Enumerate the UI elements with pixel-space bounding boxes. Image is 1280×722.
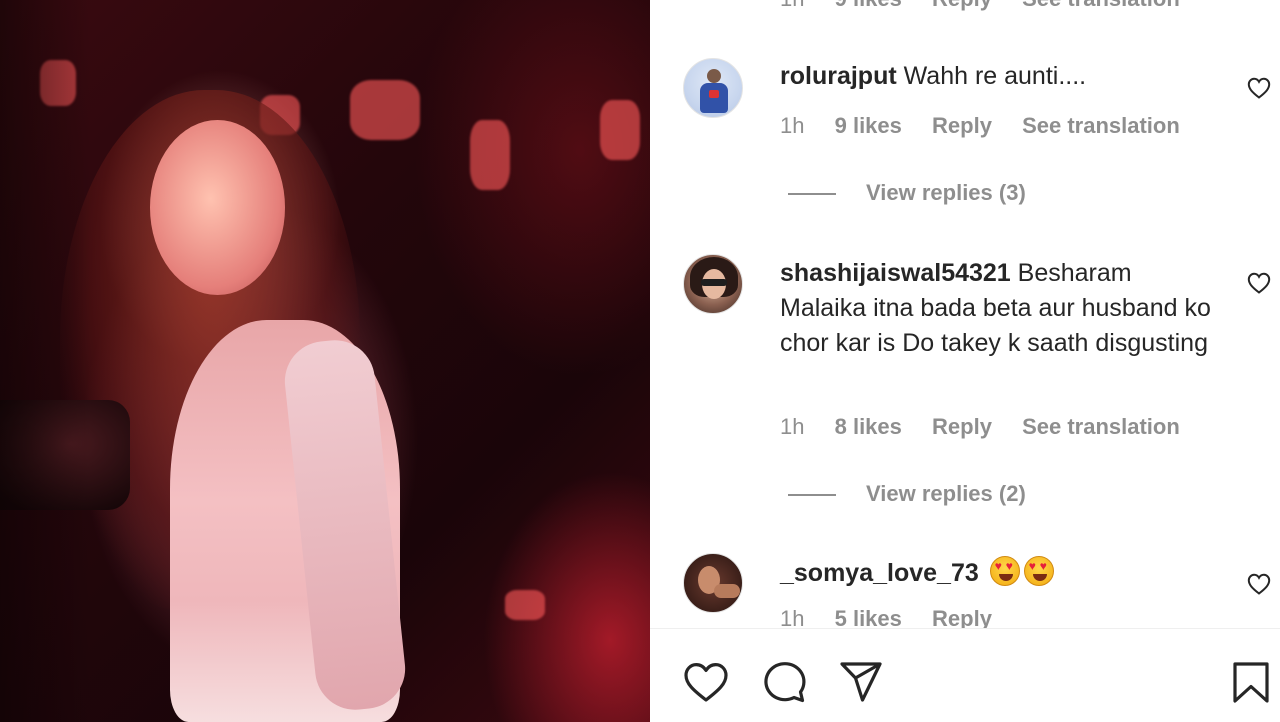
- comment-body: Wahh re aunti....: [903, 62, 1087, 90]
- reply-button[interactable]: Reply: [932, 0, 992, 11]
- person-face: [150, 120, 285, 295]
- replies-line: [788, 494, 836, 497]
- see-translation-button[interactable]: See translation: [1022, 414, 1180, 439]
- comment-username[interactable]: shashijaiswal54321: [780, 259, 1011, 287]
- comment-text: rolurajput Wahh re aunti....: [780, 59, 1220, 94]
- avatar-logo: [709, 90, 719, 98]
- post-action-bar: [650, 628, 1280, 722]
- comment-username[interactable]: rolurajput: [780, 62, 897, 90]
- see-translation-button[interactable]: See translation: [1022, 0, 1180, 11]
- view-replies-button[interactable]: View replies (3): [788, 180, 1026, 206]
- view-replies-label: View replies (3): [866, 180, 1026, 205]
- comment-meta: 1h 9 likes Reply See translation: [780, 113, 1204, 139]
- comment-time: 1h: [780, 113, 805, 138]
- heart-eyes-emoji: [1023, 556, 1054, 586]
- like-comment-heart-icon[interactable]: [1247, 573, 1271, 595]
- view-replies-label: View replies (2): [866, 481, 1026, 506]
- comment-meta: 1h 9 likes Reply See translation: [780, 0, 1204, 12]
- confetti: [470, 120, 510, 190]
- comment-text: shashijaiswal54321 Besharam Malaika itna…: [780, 256, 1220, 361]
- comment-time: 1h: [780, 414, 805, 439]
- comment-text: _somya_love_73: [780, 556, 1220, 591]
- view-replies-button[interactable]: View replies (2): [788, 481, 1026, 507]
- avatar[interactable]: [683, 58, 743, 118]
- confetti: [600, 100, 640, 160]
- shadow-overlay: [0, 0, 90, 722]
- heart-icon[interactable]: [683, 661, 729, 703]
- avatar-head: [707, 69, 721, 83]
- comment-likes[interactable]: 9 likes: [835, 113, 902, 138]
- comment-icon[interactable]: [761, 661, 807, 703]
- avatar[interactable]: [683, 254, 743, 314]
- like-comment-heart-icon[interactable]: [1247, 272, 1271, 294]
- comments-panel[interactable]: 1h 9 likes Reply See translation roluraj…: [650, 0, 1280, 722]
- post-video[interactable]: [0, 0, 650, 722]
- avatar-arm: [714, 584, 740, 598]
- reply-button[interactable]: Reply: [932, 414, 992, 439]
- comment-meta: 1h 8 likes Reply See translation: [780, 414, 1204, 440]
- heart-eyes-emoji: [989, 556, 1020, 586]
- share-icon[interactable]: [838, 661, 884, 703]
- avatar-glasses: [701, 279, 727, 286]
- avatar-torso: [700, 83, 728, 113]
- confetti: [350, 80, 420, 140]
- avatar[interactable]: [683, 553, 743, 613]
- comment-likes[interactable]: 9 likes: [835, 0, 902, 11]
- comment-username[interactable]: _somya_love_73: [780, 559, 979, 587]
- see-translation-button[interactable]: See translation: [1022, 113, 1180, 138]
- comment-likes[interactable]: 8 likes: [835, 414, 902, 439]
- comment-time: 1h: [780, 0, 804, 11]
- replies-line: [788, 193, 836, 196]
- reply-button[interactable]: Reply: [932, 113, 992, 138]
- like-comment-heart-icon[interactable]: [1247, 77, 1271, 99]
- confetti: [505, 590, 545, 620]
- save-icon[interactable]: [1228, 661, 1274, 703]
